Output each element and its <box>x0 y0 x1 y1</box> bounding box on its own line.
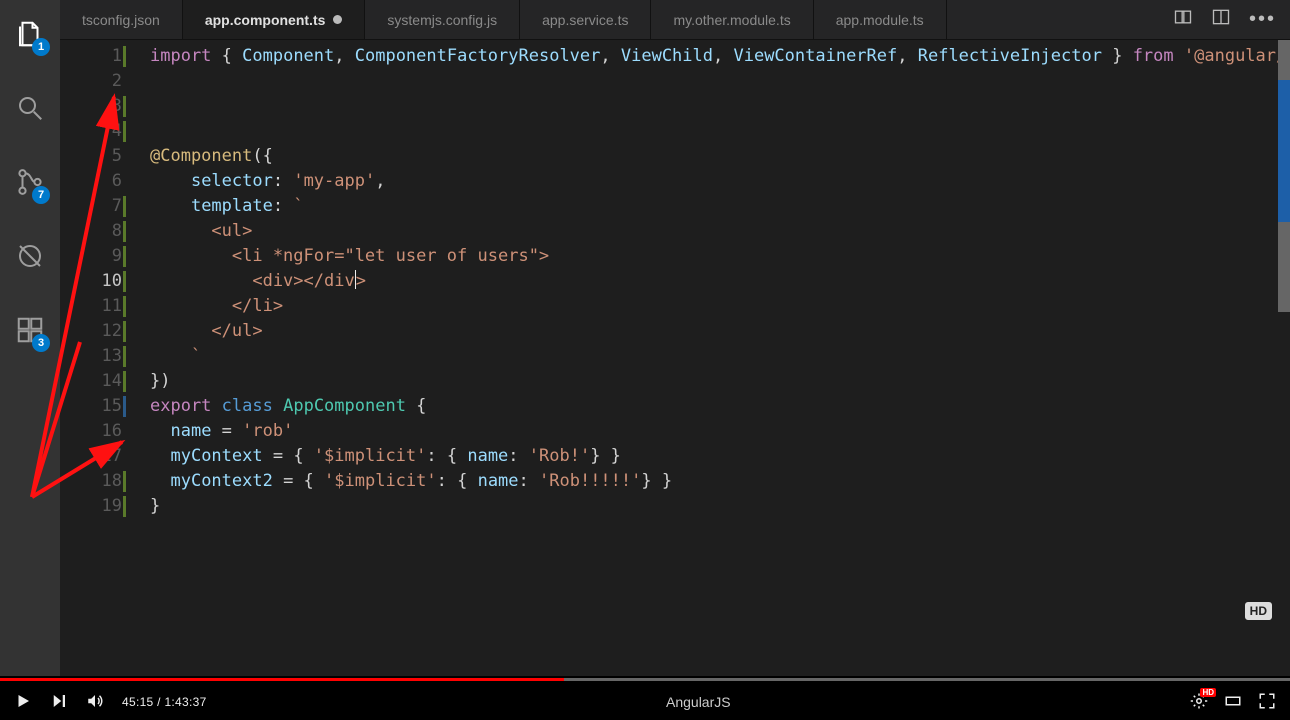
code-line[interactable]: <li *ngFor="let user of users"> <box>150 244 1290 269</box>
activity-scm-badge: 7 <box>32 186 50 204</box>
code-line[interactable] <box>150 94 1290 119</box>
line-number: 18 <box>60 469 122 494</box>
line-number: 12 <box>60 319 122 344</box>
code-line[interactable]: <div></div> <box>150 269 1290 294</box>
settings-button[interactable]: HD <box>1190 692 1208 713</box>
video-progress[interactable] <box>0 676 1290 684</box>
code-line[interactable]: ` <box>150 344 1290 369</box>
line-number: 4 <box>60 119 122 144</box>
play-button[interactable] <box>14 692 32 713</box>
overview-ruler[interactable] <box>1278 40 1290 676</box>
editor[interactable]: 12345678910111213141516171819 import { C… <box>60 40 1290 676</box>
tab-label: app.module.ts <box>836 12 924 28</box>
activity-search[interactable] <box>6 84 54 132</box>
line-number: 11 <box>60 294 122 319</box>
line-number: 16 <box>60 419 122 444</box>
code-line[interactable] <box>150 69 1290 94</box>
text-cursor <box>355 270 356 289</box>
editor-column: tsconfig.json app.component.ts systemjs.co… <box>60 0 1290 676</box>
code-line[interactable]: @Component({ <box>150 144 1290 169</box>
tab-label: systemjs.config.js <box>387 12 497 28</box>
tab-app-component-ts[interactable]: app.component.ts <box>183 0 366 39</box>
volume-button[interactable] <box>86 692 104 713</box>
time-display: 45:15 / 1:43:37 <box>122 695 207 709</box>
activity-extensions[interactable]: 3 <box>6 306 54 354</box>
open-changes-icon[interactable] <box>1173 7 1193 32</box>
hd-indicator: HD <box>1200 688 1216 697</box>
progress-played <box>0 678 564 681</box>
line-number: 9 <box>60 244 122 269</box>
tabs-row: tsconfig.json app.component.ts systemjs.co… <box>60 0 1290 40</box>
video-controls: 45:15 / 1:43:37 AngularJS HD <box>0 684 1290 720</box>
tab-app-module-ts[interactable]: app.module.ts <box>814 0 947 39</box>
code-line[interactable]: myContext = { '$implicit': { name: 'Rob!… <box>150 444 1290 469</box>
tab-label: tsconfig.json <box>82 12 160 28</box>
line-number: 2 <box>60 69 122 94</box>
activity-bar: 1 7 3 <box>0 0 60 676</box>
tab-tsconfig-json[interactable]: tsconfig.json <box>60 0 183 39</box>
code-line[interactable]: <ul> <box>150 219 1290 244</box>
split-editor-icon[interactable] <box>1211 7 1231 32</box>
theater-button[interactable] <box>1224 692 1242 713</box>
activity-extensions-badge: 3 <box>32 334 50 352</box>
code-line[interactable]: } <box>150 494 1290 519</box>
line-number: 5 <box>60 144 122 169</box>
activity-explorer-badge: 1 <box>32 38 50 56</box>
code-line[interactable]: template: ` <box>150 194 1290 219</box>
line-number: 15 <box>60 394 122 419</box>
line-number: 1 <box>60 44 122 69</box>
code-line[interactable] <box>150 119 1290 144</box>
volume-icon <box>86 692 104 710</box>
dirty-dot-icon <box>333 15 342 24</box>
line-number: 8 <box>60 219 122 244</box>
next-icon <box>50 692 68 710</box>
overview-mark <box>1278 222 1290 312</box>
line-gutter: 12345678910111213141516171819 <box>60 40 132 676</box>
code-line[interactable]: </ul> <box>150 319 1290 344</box>
hd-badge: HD <box>1245 602 1272 620</box>
tab-my-other-module-ts[interactable]: my.other.module.ts <box>651 0 813 39</box>
overview-mark <box>1278 40 1290 80</box>
code-line[interactable]: export class AppComponent { <box>150 394 1290 419</box>
fullscreen-button[interactable] <box>1258 692 1276 713</box>
code-area[interactable]: import { Component, ComponentFactoryReso… <box>132 40 1290 676</box>
line-number: 7 <box>60 194 122 219</box>
video-title: AngularJS <box>225 694 1172 710</box>
code-line[interactable]: </li> <box>150 294 1290 319</box>
line-number: 6 <box>60 169 122 194</box>
tab-scroll: tsconfig.json app.component.ts systemjs.co… <box>60 0 1159 39</box>
code-line[interactable]: import { Component, ComponentFactoryReso… <box>150 44 1290 69</box>
activity-scm[interactable]: 7 <box>6 158 54 206</box>
tab-label: app.component.ts <box>205 12 326 28</box>
code-line[interactable]: selector: 'my-app', <box>150 169 1290 194</box>
duration: 1:43:37 <box>164 695 206 709</box>
line-number: 17 <box>60 444 122 469</box>
code-line[interactable]: }) <box>150 369 1290 394</box>
code-line[interactable]: name = 'rob' <box>150 419 1290 444</box>
activity-explorer[interactable]: 1 <box>6 10 54 58</box>
more-actions-icon[interactable]: ••• <box>1249 8 1276 31</box>
tab-app-service-ts[interactable]: app.service.ts <box>520 0 651 39</box>
app-root: 1 7 3 tsconfig.json app.component.ts syste… <box>0 0 1290 720</box>
theater-icon <box>1224 692 1242 710</box>
controls-right: HD <box>1190 692 1276 713</box>
fullscreen-icon <box>1258 692 1276 710</box>
line-number: 19 <box>60 494 122 519</box>
line-number: 10 <box>60 269 122 294</box>
search-icon <box>15 93 45 123</box>
tab-label: app.service.ts <box>542 12 628 28</box>
line-number: 3 <box>60 94 122 119</box>
vscode-window: 1 7 3 tsconfig.json app.component.ts syste… <box>0 0 1290 676</box>
activity-debug[interactable] <box>6 232 54 280</box>
tab-systemjs-config-js[interactable]: systemjs.config.js <box>365 0 520 39</box>
line-number: 14 <box>60 369 122 394</box>
play-icon <box>14 692 32 710</box>
line-number: 13 <box>60 344 122 369</box>
next-button[interactable] <box>50 692 68 713</box>
bug-icon <box>15 241 45 271</box>
tab-actions: ••• <box>1159 0 1290 39</box>
tab-label: my.other.module.ts <box>673 12 790 28</box>
current-time: 45:15 <box>122 695 154 709</box>
code-line[interactable]: myContext2 = { '$implicit': { name: 'Rob… <box>150 469 1290 494</box>
